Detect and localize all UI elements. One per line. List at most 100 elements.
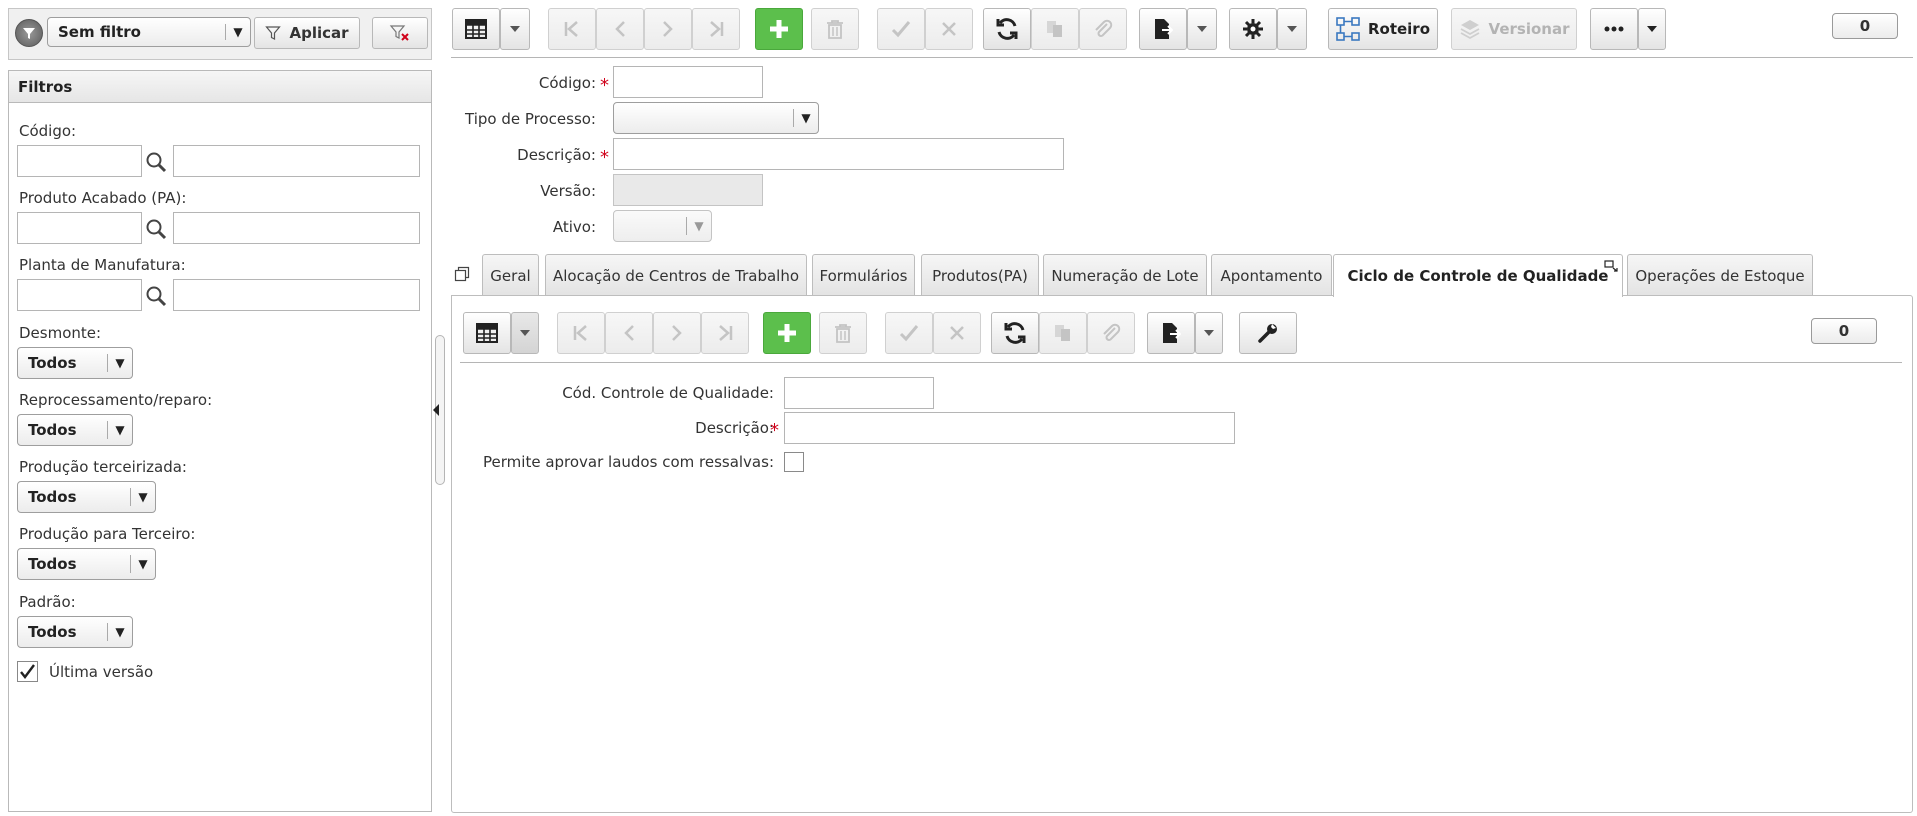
sub-previous-record-button[interactable] xyxy=(605,312,653,354)
last-icon xyxy=(719,325,733,341)
roteiro-button[interactable]: Roteiro xyxy=(1328,8,1438,50)
sub-grid-view-button[interactable] xyxy=(463,312,511,354)
popout-icon[interactable] xyxy=(1604,260,1618,272)
refresh-button[interactable] xyxy=(983,8,1031,50)
filter-desmonte-select[interactable]: Todos ▼ xyxy=(17,347,133,379)
sub-duplicate-button[interactable] xyxy=(1039,312,1087,354)
codigo-label: Código: xyxy=(538,74,596,92)
wrench-icon xyxy=(1258,324,1277,343)
gear-icon xyxy=(1243,19,1263,39)
filter-padrao-select[interactable]: Todos ▼ xyxy=(17,616,133,648)
sub-attach-button[interactable] xyxy=(1087,312,1135,354)
search-icon[interactable] xyxy=(145,151,167,173)
export-button[interactable] xyxy=(1139,8,1187,50)
filters-title: Filtros xyxy=(9,71,431,103)
search-icon[interactable] xyxy=(145,285,167,307)
sub-tools-button[interactable] xyxy=(1239,312,1297,354)
copy-icon xyxy=(1047,21,1062,37)
caret-down-icon xyxy=(1647,26,1657,32)
tab-apontamento[interactable]: Apontamento xyxy=(1211,254,1332,296)
filter-settings-icon[interactable] xyxy=(15,19,43,47)
filter-planta-input[interactable] xyxy=(17,279,142,311)
plus-icon xyxy=(770,20,788,38)
descricao-input[interactable] xyxy=(613,138,1064,170)
settings-dropdown[interactable] xyxy=(1277,8,1307,50)
chevron-down-icon: ▼ xyxy=(801,111,811,125)
sub-delete-button[interactable] xyxy=(819,312,867,354)
tab-alocacao-centros-trabalho[interactable]: Alocação de Centros de Trabalho xyxy=(545,254,807,296)
search-icon[interactable] xyxy=(145,218,167,240)
sub-refresh-button[interactable] xyxy=(991,312,1039,354)
filter-produto-description-input[interactable] xyxy=(173,212,420,244)
ativo-select[interactable]: ▼ xyxy=(613,210,712,242)
filter-reprocessamento-label: Reprocessamento/reparo: xyxy=(19,391,213,409)
sub-export-button[interactable] xyxy=(1147,312,1195,354)
filter-reprocessamento-select[interactable]: Todos ▼ xyxy=(17,414,133,446)
last-record-button[interactable] xyxy=(692,8,740,50)
clear-filter-button[interactable] xyxy=(372,17,428,49)
cancel-button[interactable] xyxy=(925,8,973,50)
more-actions-dropdown[interactable] xyxy=(1638,8,1666,50)
grid-view-button[interactable] xyxy=(452,8,500,50)
tab-numeracao-lote[interactable]: Numeração de Lote xyxy=(1043,254,1207,296)
collapse-arrow-icon[interactable] xyxy=(433,404,439,416)
duplicate-button[interactable] xyxy=(1031,8,1079,50)
tab-formularios[interactable]: Formulários xyxy=(812,254,915,296)
filter-para-terceiro-label: Produção para Terceiro: xyxy=(19,525,196,543)
apply-filter-button[interactable]: Aplicar xyxy=(254,17,360,49)
close-icon xyxy=(950,326,964,340)
filter-codigo-input[interactable] xyxy=(17,145,142,177)
filter-produto-input[interactable] xyxy=(17,212,142,244)
sub-add-button[interactable] xyxy=(763,312,811,354)
sub-grid-view-dropdown[interactable] xyxy=(511,312,539,354)
sub-export-dropdown[interactable] xyxy=(1195,312,1223,354)
filter-planta-description-input[interactable] xyxy=(173,279,420,311)
tab-produtos-pa[interactable]: Produtos(PA) xyxy=(921,254,1039,296)
attach-button[interactable] xyxy=(1079,8,1127,50)
previous-record-button[interactable] xyxy=(596,8,644,50)
ultima-versao-label: Última versão xyxy=(49,663,154,681)
chevron-left-icon xyxy=(624,325,634,341)
filter-terceirizada-select[interactable]: Todos ▼ xyxy=(17,481,156,513)
add-button[interactable] xyxy=(755,8,803,50)
save-button[interactable] xyxy=(877,8,925,50)
panel-splitter[interactable] xyxy=(433,335,445,485)
export-dropdown[interactable] xyxy=(1187,8,1217,50)
first-record-button[interactable] xyxy=(548,8,596,50)
tab-operacoes-estoque[interactable]: Operações de Estoque xyxy=(1627,254,1813,296)
clear-filter-icon xyxy=(389,24,411,42)
next-record-button[interactable] xyxy=(644,8,692,50)
filters-panel: Filtros Código: Produto Acabado (PA): Pl… xyxy=(8,70,432,812)
sub-save-button[interactable] xyxy=(885,312,933,354)
tab-geral[interactable]: Geral xyxy=(482,254,539,296)
export-icon xyxy=(1155,19,1173,39)
tipo-processo-select[interactable]: ▼ xyxy=(613,102,819,134)
close-icon xyxy=(942,22,956,36)
tab-ciclo-controle-qualidade[interactable]: Ciclo de Controle de Qualidade xyxy=(1333,254,1623,297)
filter-planta-label: Planta de Manufatura: xyxy=(19,256,186,274)
permite-checkbox[interactable] xyxy=(784,452,804,472)
sub-first-record-button[interactable] xyxy=(557,312,605,354)
layers-icon xyxy=(1460,20,1479,40)
sub-descricao-input[interactable] xyxy=(784,412,1235,444)
caret-down-icon xyxy=(1204,330,1214,336)
delete-button[interactable] xyxy=(811,8,859,50)
sub-last-record-button[interactable] xyxy=(701,312,749,354)
grid-view-dropdown[interactable] xyxy=(500,8,530,50)
more-actions-button[interactable] xyxy=(1590,8,1638,50)
filter-para-terceiro-select[interactable]: Todos ▼ xyxy=(17,548,156,580)
ultima-versao-checkbox[interactable] xyxy=(17,661,38,682)
versionar-button[interactable]: Versionar xyxy=(1451,8,1577,50)
checkmark-icon xyxy=(20,664,35,679)
saved-filter-select[interactable]: Sem filtro ▼ xyxy=(47,17,251,47)
sub-next-record-button[interactable] xyxy=(653,312,701,354)
descricao-label: Descrição: xyxy=(517,146,596,164)
codigo-input[interactable] xyxy=(613,66,763,98)
tab-content: 0 Cód. Controle de Qualidade: Descrição:… xyxy=(451,295,1913,813)
restore-window-icon[interactable] xyxy=(454,266,470,282)
settings-button[interactable] xyxy=(1229,8,1277,50)
sub-cancel-button[interactable] xyxy=(933,312,981,354)
filter-codigo-description-input[interactable] xyxy=(173,145,420,177)
saved-filter-value: Sem filtro xyxy=(58,23,141,41)
cod-controle-input[interactable] xyxy=(784,377,934,409)
